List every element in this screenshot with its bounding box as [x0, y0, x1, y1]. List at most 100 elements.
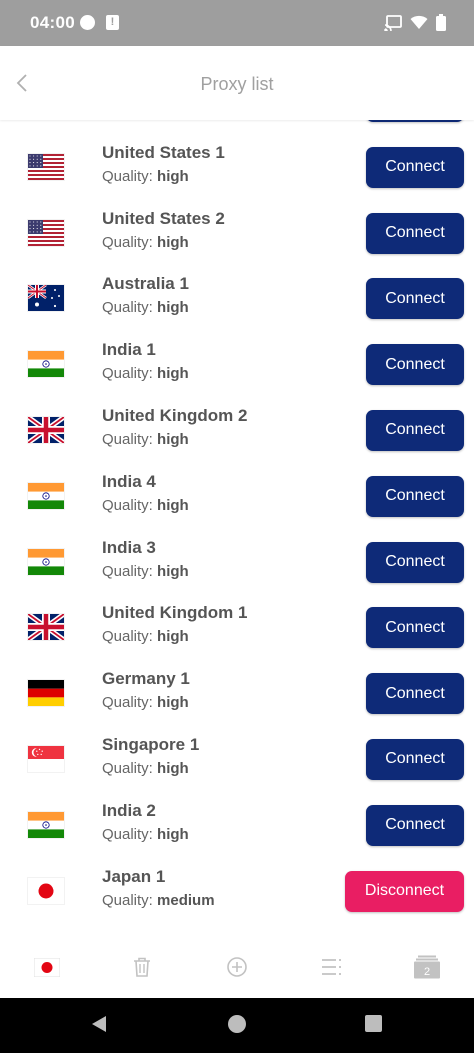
connect-button[interactable]: Connect	[366, 804, 464, 846]
system-nav-bar	[0, 998, 474, 1053]
proxy-row: United States 2 Quality: high Connect	[0, 197, 474, 263]
proxy-quality: Quality: medium	[102, 892, 215, 909]
proxy-row: Singapore 1 Quality: high Connect	[0, 723, 474, 789]
wifi-icon	[410, 15, 428, 29]
proxy-name: Singapore 1	[102, 734, 200, 754]
proxy-name: United States 1	[102, 142, 225, 162]
in-flag-icon	[28, 811, 64, 838]
proxy-quality: Quality: high	[102, 563, 189, 580]
proxy-name: India 3	[102, 537, 156, 557]
quality-label: Quality:	[102, 628, 153, 646]
proxy-quality: Quality: high	[102, 760, 189, 777]
quality-label: Quality:	[102, 694, 153, 712]
proxy-quality: Quality: high	[102, 497, 189, 514]
app-header: Proxy list	[0, 46, 474, 120]
quality-label: Quality:	[102, 891, 153, 909]
stack-icon: 2	[413, 955, 440, 979]
proxy-row: Japan 1 Quality: medium Disconnect	[0, 855, 474, 921]
connect-button[interactable]: Connect	[366, 673, 464, 715]
quality-label: Quality:	[102, 825, 153, 843]
connect-button[interactable]: Connect	[366, 607, 464, 649]
proxy-name: Germany 1	[102, 669, 190, 689]
nav-home-icon[interactable]	[228, 1015, 246, 1033]
connect-button[interactable]: Connect	[366, 344, 464, 386]
list-icon	[321, 959, 341, 975]
quality-value: high	[157, 299, 189, 317]
proxy-name: United Kingdom 1	[102, 603, 248, 623]
stack-count: 2	[424, 966, 430, 978]
au-flag-icon	[28, 285, 64, 312]
in-flag-icon	[28, 351, 64, 378]
connect-button[interactable]: Connect	[366, 146, 464, 188]
battery-icon	[436, 14, 446, 31]
proxy-quality: Quality: high	[102, 628, 189, 645]
proxy-quality: Quality: high	[102, 365, 189, 382]
proxy-name: Australia 1	[102, 274, 189, 294]
proxy-quality: Quality: high	[102, 299, 189, 316]
quality-label: Quality:	[102, 233, 153, 251]
proxy-name: India 4	[102, 471, 156, 491]
proxy-row: Quality: high	[0, 120, 474, 131]
us-flag-icon	[28, 153, 64, 180]
delete-button[interactable]	[95, 936, 190, 998]
connect-button[interactable]	[366, 120, 464, 122]
status-icons	[384, 14, 446, 31]
page-title: Proxy list	[200, 74, 274, 94]
proxy-quality: Quality: high	[102, 168, 189, 185]
proxy-row: India 1 Quality: high Connect	[0, 328, 474, 394]
list-button[interactable]	[284, 936, 379, 998]
proxy-name: India 2	[102, 800, 156, 820]
status-time: 04:00	[30, 13, 75, 32]
connect-button[interactable]: Connect	[366, 212, 464, 254]
quality-value: high	[157, 496, 189, 514]
trash-icon	[134, 957, 151, 977]
quality-value: high	[157, 628, 189, 646]
proxy-row: United Kingdom 1 Quality: high Connect	[0, 591, 474, 657]
in-flag-icon	[28, 482, 64, 509]
proxy-row: United Kingdom 2 Quality: high Connect	[0, 394, 474, 460]
proxy-row: United States 1 Quality: high Connect	[0, 131, 474, 197]
sg-flag-icon	[28, 745, 64, 772]
in-flag-icon	[28, 548, 64, 575]
proxy-name: India 1	[102, 340, 156, 360]
quality-value: high	[157, 365, 189, 383]
quality-label: Quality:	[102, 299, 153, 317]
proxy-row: India 3 Quality: high Connect	[0, 526, 474, 592]
quality-value: high	[157, 694, 189, 712]
disconnect-button[interactable]: Disconnect	[345, 870, 464, 912]
de-flag-icon	[28, 680, 64, 707]
proxy-quality: Quality: high	[102, 694, 189, 711]
proxy-quality: Quality: high	[102, 234, 189, 251]
quality-label: Quality:	[102, 759, 153, 777]
gb-flag-icon	[28, 614, 64, 641]
proxy-row: Australia 1 Quality: high Connect	[0, 262, 474, 328]
add-proxy-button[interactable]	[190, 936, 285, 998]
proxy-name: Japan 1	[102, 866, 166, 886]
connect-button[interactable]: Connect	[366, 738, 464, 780]
jp-flag-icon	[28, 877, 64, 904]
nav-recents-icon[interactable]	[365, 1015, 382, 1032]
alert-notification-icon: !	[106, 15, 119, 30]
connect-button[interactable]: Connect	[366, 278, 464, 320]
proxy-list[interactable]: Quality: high United States 1 Quality: h…	[0, 120, 474, 936]
cast-icon	[384, 14, 402, 31]
stack-button[interactable]: 2	[379, 936, 474, 998]
quality-label: Quality:	[102, 365, 153, 383]
nav-back-icon[interactable]	[90, 1015, 108, 1033]
connect-button[interactable]: Connect	[366, 409, 464, 451]
proxy-quality: Quality: high	[102, 431, 189, 448]
quality-label: Quality:	[102, 430, 153, 448]
quality-value: high	[157, 759, 189, 777]
connect-button[interactable]: Connect	[366, 475, 464, 517]
quality-label: Quality:	[102, 167, 153, 185]
quality-value: medium	[157, 891, 215, 909]
tab-current-proxy[interactable]	[0, 936, 95, 998]
quality-value: high	[157, 167, 189, 185]
us-flag-icon	[28, 219, 64, 246]
gb-flag-icon	[28, 416, 64, 443]
quality-value: high	[157, 562, 189, 580]
connect-button[interactable]: Connect	[366, 541, 464, 583]
jp-flag-icon	[34, 957, 61, 977]
notification-dot-icon	[80, 15, 95, 30]
proxy-row: India 4 Quality: high Connect	[0, 460, 474, 526]
